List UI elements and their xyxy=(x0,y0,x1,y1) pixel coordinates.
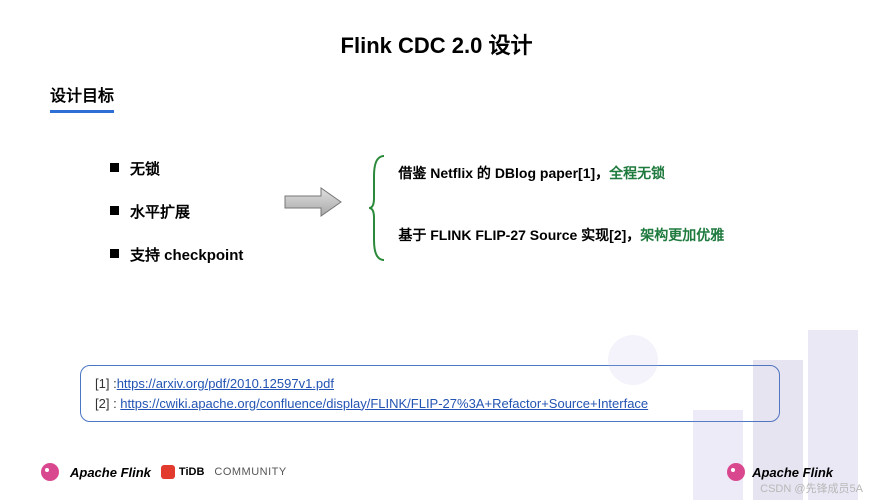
reference-item: [1] :https://arxiv.org/pdf/2010.12597v1.… xyxy=(95,374,765,394)
detail-highlight: 全程无锁 xyxy=(609,165,665,181)
goal-item: 水平扩展 xyxy=(110,201,243,222)
section-heading: 设计目标 xyxy=(50,82,114,113)
flink-squirrel-icon xyxy=(40,462,60,482)
flink-squirrel-icon xyxy=(726,462,746,482)
ref-label: [1] : xyxy=(95,376,117,391)
slide: Flink CDC 2.0 设计 设计目标 无锁 水平扩展 支持 checkpo… xyxy=(0,0,873,500)
flink-brand-text: Apache Flink xyxy=(752,465,833,480)
detail-prefix: 基于 FLINK FLIP-27 Source 实现[2]， xyxy=(398,227,640,243)
ref-link[interactable]: https://arxiv.org/pdf/2010.12597v1.pdf xyxy=(117,376,334,391)
content-row: 无锁 水平扩展 支持 checkpoint 借鉴 Netflix 的 DBlog… xyxy=(40,158,833,287)
ref-link[interactable]: https://cwiki.apache.org/confluence/disp… xyxy=(120,396,648,411)
detail-item: 借鉴 Netflix 的 DBlog paper[1]，全程无锁 xyxy=(398,162,724,184)
reference-item: [2] : https://cwiki.apache.org/confluenc… xyxy=(95,394,765,414)
footer-left: Apache Flink TiDB COMMUNITY xyxy=(40,462,287,482)
detail-item: 基于 FLINK FLIP-27 Source 实现[2]，架构更加优雅 xyxy=(398,224,724,246)
detail-highlight: 架构更加优雅 xyxy=(640,227,724,243)
watermark: CSDN @先锋成员5A xyxy=(760,480,863,496)
references-box: [1] :https://arxiv.org/pdf/2010.12597v1.… xyxy=(80,365,780,422)
footer-right: Apache Flink xyxy=(726,462,833,482)
goals-list: 无锁 水平扩展 支持 checkpoint xyxy=(110,158,243,287)
goal-item: 支持 checkpoint xyxy=(110,244,243,265)
details-list: 借鉴 Netflix 的 DBlog paper[1]，全程无锁 基于 FLIN… xyxy=(398,158,724,287)
tidb-badge: TiDB xyxy=(161,465,204,479)
brace-icon xyxy=(368,154,386,262)
arrow-icon xyxy=(283,186,343,218)
slide-title: Flink CDC 2.0 设计 xyxy=(40,28,833,60)
ref-label: [2] : xyxy=(95,396,120,411)
detail-prefix: 借鉴 Netflix 的 DBlog paper[1]， xyxy=(398,165,609,181)
goal-item: 无锁 xyxy=(110,158,243,179)
tidb-icon xyxy=(161,465,175,479)
community-text: COMMUNITY xyxy=(214,466,286,478)
flink-brand-text: Apache Flink xyxy=(70,465,151,480)
tidb-text: TiDB xyxy=(179,466,204,478)
